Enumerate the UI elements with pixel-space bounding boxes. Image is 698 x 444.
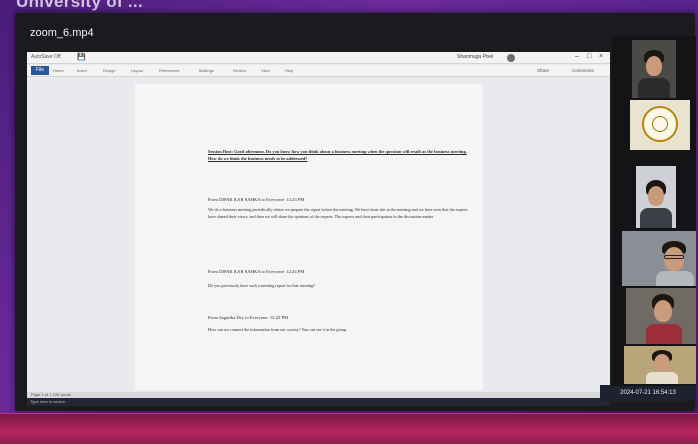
tab-layout[interactable]: Layout [131,68,143,73]
stage-stand [0,414,698,444]
comments-button[interactable]: Comments [572,68,594,73]
close-icon[interactable]: × [599,53,603,60]
save-icon[interactable]: 💾 [77,53,86,61]
participant-tile-2[interactable] [630,100,690,150]
question-paragraph: Session Host: Good afternoon. Do you kno… [208,149,467,162]
message-header-3: From Sagarika Dey to Everyone: 12:25 PM [208,315,289,320]
avatar[interactable] [507,54,515,62]
tab-home[interactable]: Home [53,68,64,73]
message-header-1: From DIPAK KAR SAHKA to Everyone: 12:23 … [208,197,305,202]
taskbar: Type here to search [27,398,610,406]
document-page[interactable]: Session Host: Good afternoon. Do you kno… [135,84,483,390]
word-title-bar: AutoSave Off 💾 Shanmuga Pixel – □ × [27,52,610,64]
tab-design[interactable]: Design [103,68,115,73]
tab-help[interactable]: Help [285,68,293,73]
message-body-2: Do you previously have such a meeting re… [208,283,315,288]
participant-tile-3[interactable] [636,166,676,228]
participants-strip [612,36,696,386]
tab-insert[interactable]: Insert [77,68,87,73]
maximize-icon[interactable]: □ [587,53,591,60]
message-body-3: How can we connect the information from … [208,327,348,332]
participant-tile-6[interactable] [624,346,696,384]
taskbar-clock: 2024-07-21 16:54:13 [600,385,696,401]
stage-caption: University of ... [16,0,143,11]
tab-references[interactable]: References [159,68,179,73]
autosave-toggle[interactable]: AutoSave Off [31,54,61,60]
word-window: AutoSave Off 💾 Shanmuga Pixel – □ × File… [27,52,610,398]
document-area[interactable]: Session Host: Good afternoon. Do you kno… [27,78,610,392]
user-name: Shanmuga Pixel [457,54,494,60]
tab-file[interactable]: File [31,66,50,75]
participant-tile-5[interactable] [626,288,696,344]
tab-mailings[interactable]: Mailings [199,68,214,73]
tab-view[interactable]: View [261,68,270,73]
share-button[interactable]: Share [537,68,549,73]
participant-tile-1[interactable] [632,40,676,98]
ribbon-tabs: File Home Insert Design Layout Reference… [27,65,610,77]
message-body-1: We do a business meeting periodically wh… [208,207,468,220]
message-header-2: From DIPAK KAR SAHKA to Everyone: 12:24 … [208,269,305,274]
taskbar-search[interactable]: Type here to search [30,398,65,406]
university-seal-icon [642,106,678,142]
participant-tile-4[interactable] [622,231,696,286]
minimize-icon[interactable]: – [575,53,579,60]
window-title: zoom_6.mp4 [30,27,94,39]
tab-review[interactable]: Review [233,68,246,73]
